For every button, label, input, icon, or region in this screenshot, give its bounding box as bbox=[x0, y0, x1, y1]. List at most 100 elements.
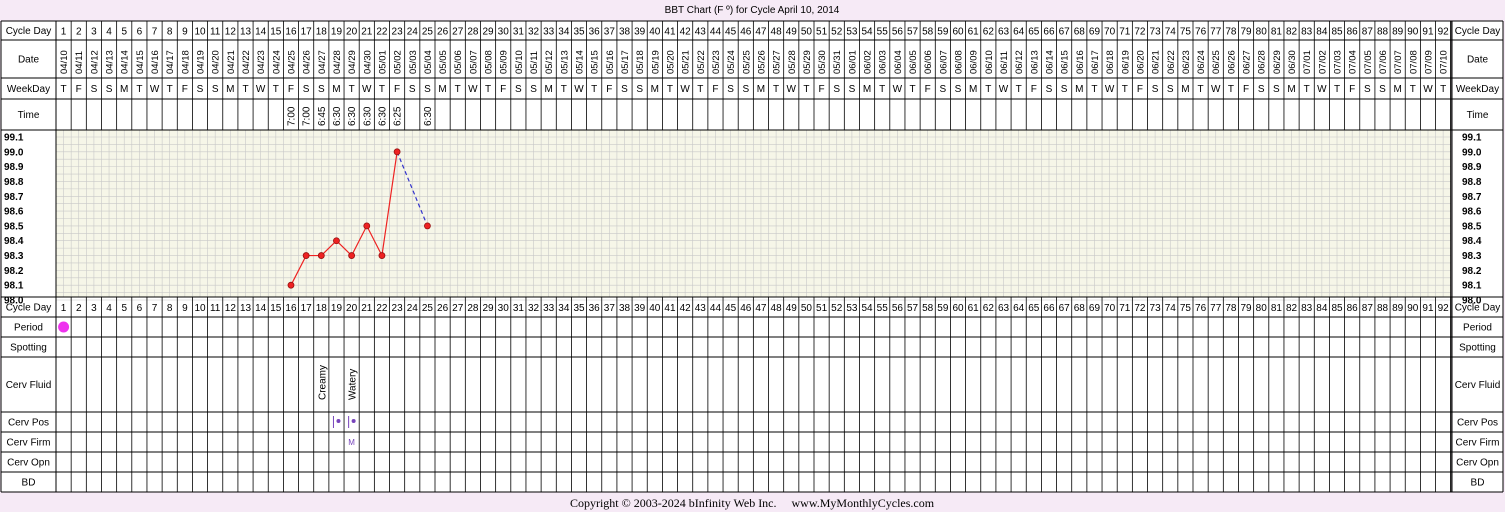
weekday-label: T bbox=[985, 84, 991, 95]
weekday-label: F bbox=[925, 84, 931, 95]
y-tick-label-right: 98.9 bbox=[1462, 162, 1482, 173]
date-label: 04/18 bbox=[180, 50, 191, 74]
y-tick-label: 98.0 bbox=[4, 296, 24, 307]
cycle-day-number: 11 bbox=[210, 303, 221, 314]
y-tick-label-right: 98.3 bbox=[1462, 251, 1482, 262]
cycle-day-number: 79 bbox=[1240, 27, 1252, 38]
y-tick-label: 99.1 bbox=[4, 133, 24, 144]
cycle-day-number: 51 bbox=[816, 303, 828, 314]
date-label: 05/01 bbox=[377, 50, 388, 74]
cycle-day-number: 83 bbox=[1301, 303, 1313, 314]
weekday-label: S bbox=[318, 84, 325, 95]
weekday-label: S bbox=[1273, 84, 1280, 95]
cycle-day-number: 26 bbox=[437, 27, 449, 38]
weekday-label: M bbox=[332, 84, 340, 95]
date-label: 07/03 bbox=[1333, 50, 1344, 74]
cycle-day-number: 10 bbox=[194, 27, 206, 38]
cycle-day-number: 57 bbox=[907, 303, 919, 314]
weekday-label: T bbox=[136, 84, 142, 95]
cycle-day-number: 57 bbox=[907, 27, 919, 38]
cycle-day-number: 89 bbox=[1392, 303, 1404, 314]
date-label: 06/22 bbox=[1166, 50, 1177, 74]
date-label: 06/08 bbox=[954, 50, 965, 74]
weekday-label: T bbox=[1228, 84, 1234, 95]
cycle-day-number: 47 bbox=[755, 303, 767, 314]
cycle-day-number: 76 bbox=[1195, 303, 1207, 314]
weekday-label: S bbox=[197, 84, 204, 95]
date-label: 06/14 bbox=[1044, 50, 1055, 74]
weekday-label: T bbox=[61, 84, 67, 95]
weekday-label: S bbox=[1167, 84, 1174, 95]
date-label: 05/18 bbox=[635, 50, 646, 74]
cycle-day-number: 19 bbox=[331, 303, 343, 314]
weekday-label: S bbox=[91, 84, 98, 95]
cycle-day-number: 6 bbox=[137, 303, 143, 314]
cycle-day-number: 42 bbox=[680, 303, 692, 314]
date-label: 06/23 bbox=[1181, 50, 1192, 74]
weekday-label: S bbox=[833, 84, 840, 95]
period-marker bbox=[58, 321, 70, 333]
cycle-day-number: 63 bbox=[998, 27, 1010, 38]
weekday-label: T bbox=[803, 84, 809, 95]
cycle-day-number: 53 bbox=[846, 303, 858, 314]
row-label-cerv-pos: Cerv Pos bbox=[8, 418, 49, 429]
cerv-firm-label: M bbox=[348, 438, 355, 447]
row-label-weekday: WeekDay bbox=[7, 84, 50, 95]
cycle-day-number: 54 bbox=[861, 303, 873, 314]
temperature-point bbox=[333, 237, 340, 245]
date-label: 05/02 bbox=[393, 50, 404, 74]
date-label: 05/09 bbox=[499, 50, 510, 74]
weekday-label: T bbox=[485, 84, 491, 95]
date-label: 07/02 bbox=[1317, 50, 1328, 74]
cycle-day-number: 85 bbox=[1331, 303, 1343, 314]
cycle-day-number: 1 bbox=[61, 27, 67, 38]
weekday-label: T bbox=[1198, 84, 1204, 95]
weekday-label: F bbox=[819, 84, 825, 95]
weekday-label: F bbox=[182, 84, 188, 95]
date-label: 04/12 bbox=[89, 50, 100, 74]
y-tick-label-right: 98.8 bbox=[1462, 177, 1482, 188]
time-label: 7:00 bbox=[286, 106, 297, 126]
date-label: 05/08 bbox=[484, 50, 495, 74]
date-label: 06/16 bbox=[1075, 50, 1086, 74]
cycle-day-number: 59 bbox=[937, 303, 949, 314]
date-label: 05/25 bbox=[741, 50, 752, 74]
weekday-label: W bbox=[468, 84, 478, 95]
weekday-label: T bbox=[379, 84, 385, 95]
weekday-label: S bbox=[1258, 84, 1265, 95]
weekday-label: M bbox=[863, 84, 871, 95]
date-label: 07/10 bbox=[1439, 50, 1450, 74]
cycle-day-number: 13 bbox=[240, 303, 252, 314]
cycle-day-number: 67 bbox=[1059, 27, 1071, 38]
weekday-label: M bbox=[757, 84, 765, 95]
row-label-cerv-firm: Cerv Firm bbox=[7, 438, 51, 449]
cycle-day-number: 24 bbox=[407, 27, 419, 38]
date-label: 07/01 bbox=[1302, 50, 1313, 74]
cycle-day-number: 22 bbox=[376, 27, 388, 38]
cycle-day-number: 78 bbox=[1225, 27, 1237, 38]
y-tick-label: 98.5 bbox=[4, 221, 24, 232]
date-label: 06/26 bbox=[1226, 50, 1237, 74]
date-label: 07/05 bbox=[1363, 50, 1374, 74]
cycle-day-number: 75 bbox=[1180, 27, 1192, 38]
weekday-label: S bbox=[515, 84, 522, 95]
cycle-day-number: 82 bbox=[1286, 27, 1298, 38]
date-label: 04/20 bbox=[211, 50, 222, 74]
cycle-day-number: 35 bbox=[573, 27, 585, 38]
cycle-day-number: 62 bbox=[983, 303, 995, 314]
row-label-right-cycle-day: Cycle Day bbox=[1455, 26, 1501, 37]
y-tick-label: 98.9 bbox=[4, 162, 24, 173]
weekday-label: T bbox=[273, 84, 279, 95]
cycle-day-number: 61 bbox=[968, 27, 980, 38]
cycle-day-number: 81 bbox=[1271, 303, 1283, 314]
weekday-label: W bbox=[574, 84, 584, 95]
temperature-point bbox=[393, 148, 401, 156]
cycle-day-number: 33 bbox=[543, 27, 555, 38]
cycle-day-number: 8 bbox=[167, 27, 173, 38]
weekday-label: S bbox=[621, 84, 628, 95]
weekday-label: T bbox=[1016, 84, 1022, 95]
weekday-label: T bbox=[1122, 84, 1128, 95]
row-label-period: Period bbox=[14, 323, 43, 334]
cycle-day-number: 20 bbox=[346, 303, 358, 314]
y-tick-label-right: 99.0 bbox=[1462, 147, 1482, 158]
